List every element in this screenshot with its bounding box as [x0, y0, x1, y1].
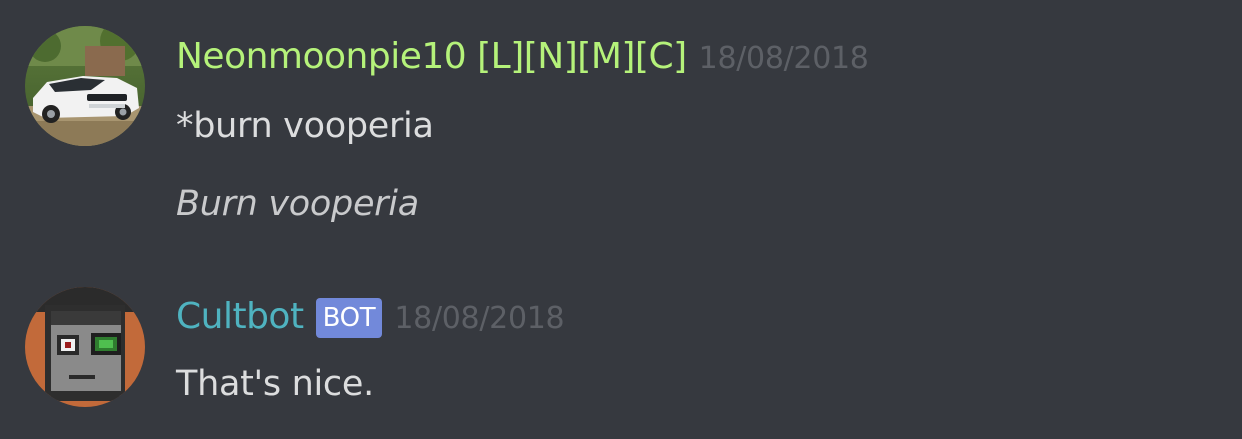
embed-text: Burn vooperia	[176, 184, 419, 224]
pixel-face-avatar-icon	[25, 287, 145, 407]
timestamp: 18/08/2018	[394, 301, 565, 336]
message-group: Cultbot BOT 18/08/2018 That's nice.	[0, 270, 1242, 439]
message-content: That's nice.	[176, 364, 374, 404]
message-content: *burn vooperia	[176, 106, 434, 146]
message-header: Cultbot BOT 18/08/2018	[176, 296, 565, 340]
chat-messages: Neonmoonpie10 [L][N][M][C] 18/08/2018 *b…	[0, 0, 1242, 439]
timestamp: 18/08/2018	[698, 41, 869, 76]
username[interactable]: Neonmoonpie10 [L][N][M][C]	[176, 36, 687, 77]
bot-avatar[interactable]	[25, 287, 145, 407]
bot-badge: BOT	[315, 298, 383, 338]
username[interactable]: Cultbot	[176, 296, 304, 337]
car-avatar-icon	[25, 26, 145, 146]
message-header: Neonmoonpie10 [L][N][M][C] 18/08/2018	[176, 36, 869, 77]
message-group: Neonmoonpie10 [L][N][M][C] 18/08/2018 *b…	[0, 0, 1242, 250]
user-avatar[interactable]	[25, 26, 145, 146]
